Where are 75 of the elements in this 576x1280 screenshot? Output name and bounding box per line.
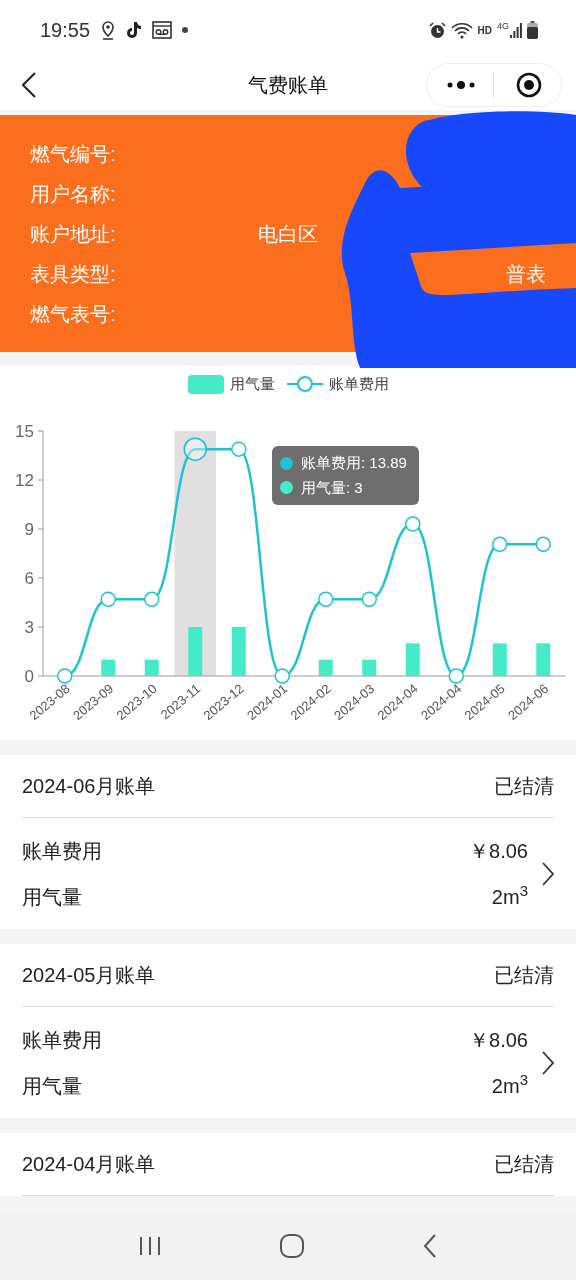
tooltip-text: 账单费用: 13.89 xyxy=(301,453,407,473)
cost-point xyxy=(274,668,290,684)
bill-title: 2024-04月账单 xyxy=(22,1152,156,1177)
recent-apps-icon[interactable] xyxy=(139,1236,161,1256)
signal-icon xyxy=(510,22,522,38)
usage-value: 2m$^{3}$ xyxy=(491,1070,528,1099)
cost-point xyxy=(361,591,377,607)
usage-label: 用气量 xyxy=(22,884,82,910)
fee-value: ￥8.06 xyxy=(469,838,528,864)
close-target-icon[interactable] xyxy=(516,72,542,98)
bill-title: 2024-05月账单 xyxy=(22,963,156,988)
alarm-clock-icon xyxy=(428,21,446,39)
field-label: 账户地址: xyxy=(30,222,117,247)
cost-point xyxy=(231,441,247,457)
field-label: 表具类型: xyxy=(30,262,117,287)
y-tick-label: 0 xyxy=(24,667,34,686)
cost-point xyxy=(492,536,508,553)
cost-point xyxy=(318,591,334,607)
music-note-icon xyxy=(126,21,143,39)
bill-detail-row[interactable]: 账单费用 ￥8.06 用气量 2m$^{3}$ xyxy=(22,818,554,929)
usage-bar xyxy=(492,643,507,676)
location-pin-icon xyxy=(100,20,117,40)
usage-bar xyxy=(536,643,551,676)
back-nav-icon[interactable] xyxy=(423,1234,437,1258)
legend-bar-icon xyxy=(187,374,224,394)
bill-status: 已结清 xyxy=(494,963,554,988)
hd-indicator: HD xyxy=(477,23,492,38)
more-icon[interactable] xyxy=(447,81,475,89)
page-title: 气费账单 xyxy=(248,73,328,98)
field-value: 普表 xyxy=(506,262,546,287)
cost-point xyxy=(535,536,551,553)
y-tick-label: 12 xyxy=(15,471,34,490)
usage-bar xyxy=(405,643,420,676)
back-icon[interactable] xyxy=(22,72,36,98)
field-label: 燃气表号: xyxy=(30,302,117,327)
chevron-right-icon xyxy=(542,1050,554,1075)
bill-status: 已结清 xyxy=(494,774,554,799)
usage-bar xyxy=(188,627,203,676)
usage-bar xyxy=(231,627,246,676)
voicemail-icon xyxy=(152,21,173,39)
y-tick-label: 9 xyxy=(24,520,34,539)
cost-point xyxy=(183,437,207,461)
usage-label: 用气量 xyxy=(22,1073,82,1099)
usage-value: 2m$^{3}$ xyxy=(491,881,528,910)
y-tick-label: 3 xyxy=(24,618,34,637)
cost-point xyxy=(100,591,116,607)
field-label: 用户名称: xyxy=(30,182,117,207)
home-icon[interactable] xyxy=(279,1233,305,1259)
battery-icon xyxy=(527,21,538,39)
y-tick-label: 15 xyxy=(15,422,34,441)
cost-point xyxy=(57,668,73,684)
field-value: 电白区 xyxy=(258,222,318,247)
fee-label: 账单费用 xyxy=(22,1027,102,1053)
bill-detail-row[interactable]: 账单费用 ￥8.06 用气量 2m$^{3}$ xyxy=(22,1007,554,1118)
network-type: 4G xyxy=(497,22,509,31)
chevron-right-icon xyxy=(542,861,554,886)
usage-bar xyxy=(318,659,333,676)
cost-point xyxy=(405,516,421,532)
field-label: 燃气编号: xyxy=(30,142,117,167)
legend-label: 用气量 xyxy=(229,373,275,394)
bill-title: 2024-06月账单 xyxy=(22,774,156,799)
y-tick-label: 6 xyxy=(24,569,34,588)
legend-label: 账单费用 xyxy=(328,373,389,394)
tooltip-text: 用气量: 3 xyxy=(301,477,363,498)
usage-bar xyxy=(362,659,377,676)
legend-line-icon xyxy=(286,374,323,394)
wifi-icon xyxy=(450,21,473,39)
fee-value: ￥8.06 xyxy=(469,1027,528,1053)
status-time: 19:55 xyxy=(40,18,91,43)
usage-bar xyxy=(144,659,159,676)
fee-label: 账单费用 xyxy=(22,838,102,864)
cost-point xyxy=(448,668,464,684)
bill-status: 已结清 xyxy=(494,1152,554,1177)
usage-bar xyxy=(101,659,116,676)
cost-point xyxy=(144,591,160,607)
